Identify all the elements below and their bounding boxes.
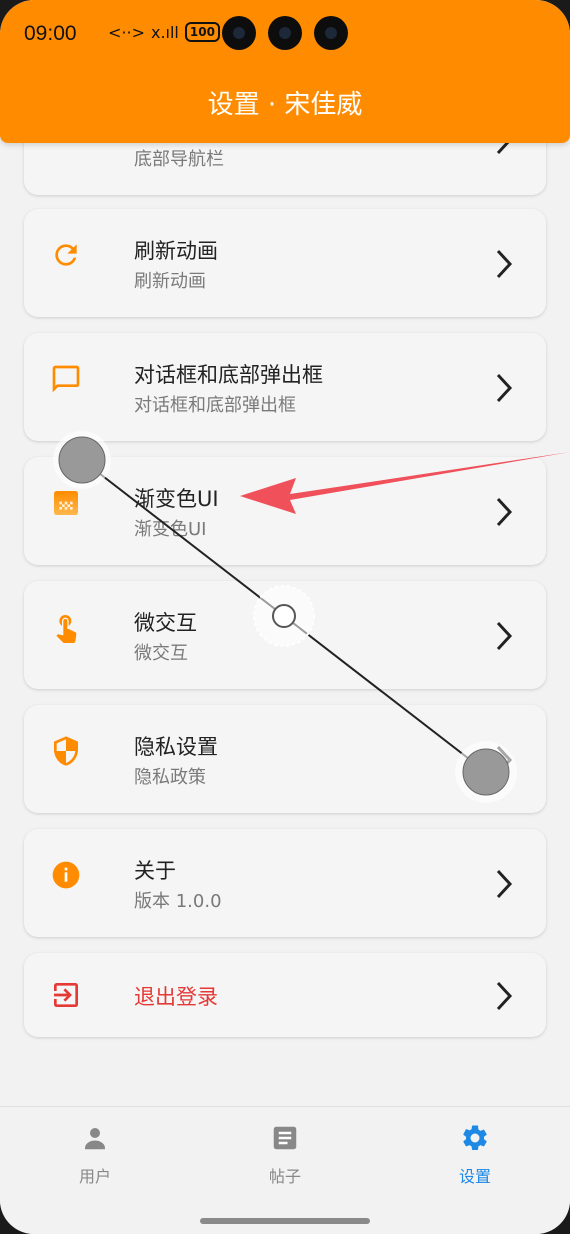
info-icon	[52, 861, 80, 889]
camera-icon	[268, 16, 302, 50]
camera-icon	[222, 16, 256, 50]
page-title: 设置 · 宋佳威	[207, 90, 363, 120]
setting-title: 关于	[134, 859, 176, 883]
setting-gradient-ui[interactable]: 渐变色UI 渐变色UI	[24, 457, 546, 565]
gear-icon	[463, 1125, 487, 1150]
setting-dialogs[interactable]: 对话框和底部弹出框 对话框和底部弹出框	[24, 333, 546, 441]
setting-refresh-animation[interactable]: 刷新动画 刷新动画	[24, 209, 546, 317]
tab-users[interactable]: 用户	[45, 1123, 145, 1187]
logout-button[interactable]: 退出登录	[24, 953, 546, 1037]
tab-label: 帖子	[268, 1167, 301, 1186]
chevron-right-icon	[496, 869, 513, 899]
logout-label: 退出登录	[134, 985, 218, 1009]
setting-bottom-nav[interactable]: 底部导航栏	[24, 143, 546, 195]
setting-subtitle: 渐变色UI	[134, 519, 207, 540]
chevron-right-icon	[496, 497, 513, 527]
setting-about[interactable]: 关于 版本 1.0.0	[24, 829, 546, 937]
tab-posts[interactable]: 帖子	[235, 1123, 335, 1187]
refresh-icon	[55, 244, 77, 266]
article-icon	[273, 1126, 297, 1150]
chevron-right-icon	[496, 373, 513, 403]
setting-privacy[interactable]: 隐私设置 隐私政策	[24, 705, 546, 813]
chat-bubble-icon	[52, 365, 80, 393]
setting-title: 渐变色UI	[134, 487, 219, 511]
bottom-navigation: 用户 帖子 设置	[0, 1106, 570, 1234]
setting-subtitle: 微交互	[134, 643, 188, 664]
setting-title: 刷新动画	[134, 239, 218, 263]
tab-settings[interactable]: 设置	[425, 1123, 525, 1187]
home-indicator[interactable]	[200, 1218, 370, 1224]
battery-icon: 100	[184, 22, 220, 42]
setting-subtitle: 隐私政策	[134, 767, 206, 788]
logout-icon	[54, 983, 78, 1007]
setting-subtitle: 对话框和底部弹出框	[134, 395, 296, 416]
status-icons: <··> x.ıll 100	[108, 22, 220, 42]
chevron-right-icon	[496, 249, 513, 279]
network-icon: <··>	[108, 22, 145, 42]
camera-cutouts	[222, 16, 348, 50]
camera-icon	[314, 16, 348, 50]
chevron-right-icon	[496, 143, 510, 155]
tab-label: 用户	[78, 1167, 111, 1186]
shield-icon	[54, 736, 78, 766]
app-header: 09:00 <··> x.ıll 100 设置 · 宋佳威	[0, 0, 570, 143]
setting-title: 隐私设置	[134, 735, 218, 759]
chevron-right-icon	[496, 745, 513, 775]
settings-list[interactable]: 底部导航栏 刷新动画 刷新动画 对话框和底部弹出框 对话框和底部弹出框 渐变色U…	[0, 143, 570, 1103]
chevron-right-icon	[496, 981, 513, 1011]
setting-title: 微交互	[134, 611, 197, 635]
status-time: 09:00	[24, 22, 77, 45]
phone-screen: 底部导航栏 刷新动画 刷新动画 对话框和底部弹出框 对话框和底部弹出框 渐变色U…	[0, 0, 570, 1234]
signal-icon: x.ıll	[150, 22, 179, 42]
setting-subtitle: 底部导航栏	[134, 149, 224, 170]
setting-subtitle: 版本 1.0.0	[134, 891, 222, 912]
tab-label: 设置	[458, 1167, 491, 1186]
person-icon	[85, 1128, 105, 1150]
gradient-icon	[54, 491, 78, 515]
setting-title: 对话框和底部弹出框	[134, 363, 323, 387]
setting-micro-interaction[interactable]: 微交互 微交互	[24, 581, 546, 689]
setting-subtitle: 刷新动画	[134, 271, 206, 292]
touch-icon	[56, 614, 77, 643]
chevron-right-icon	[496, 621, 513, 651]
